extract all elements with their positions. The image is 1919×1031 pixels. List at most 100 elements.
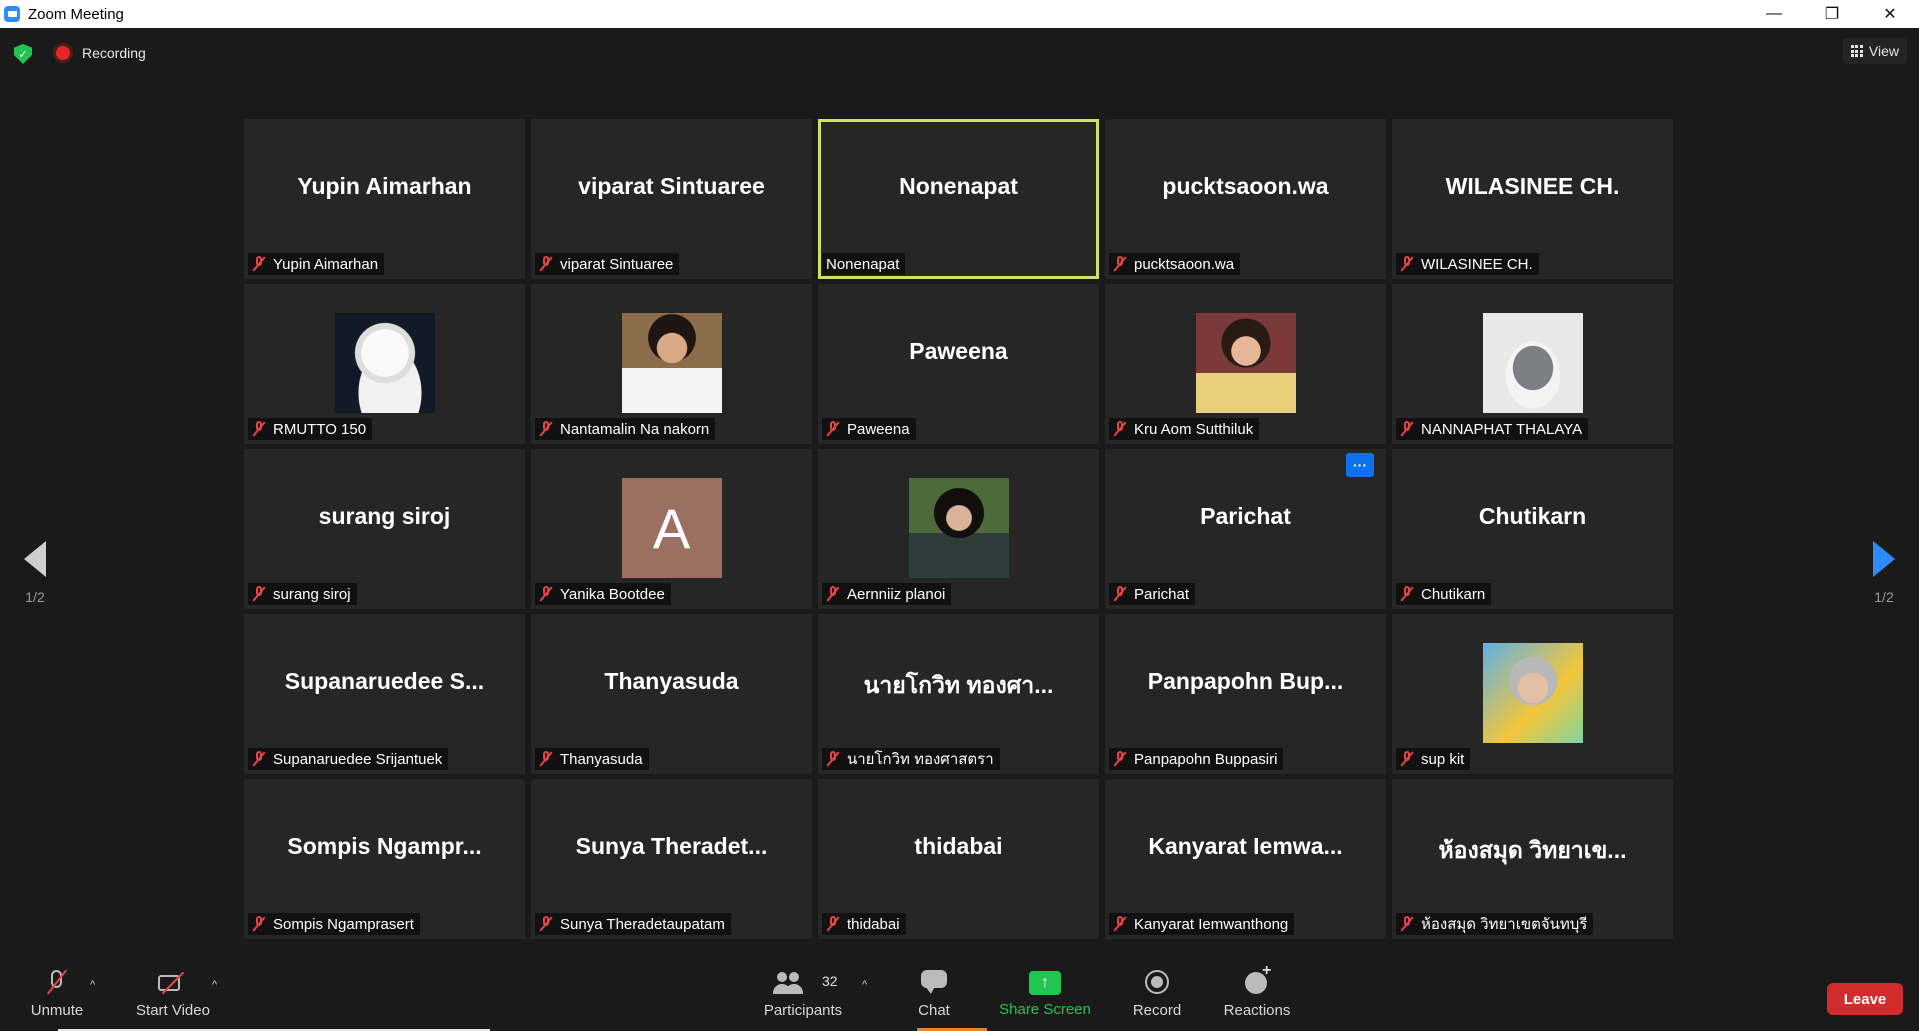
participant-tile[interactable]: Panpapohn Bup... Panpapohn Buppasiri xyxy=(1105,614,1386,774)
record-label: Record xyxy=(1132,1001,1182,1019)
participant-name-tag: Yanika Bootdee xyxy=(535,583,671,605)
participant-name-tag: Panpapohn Buppasiri xyxy=(1109,748,1284,770)
participant-display-name: WILASINEE CH. xyxy=(1445,173,1620,199)
participant-name-label: thidabai xyxy=(847,915,900,933)
participant-display-name: pucktsaoon.wa xyxy=(1162,173,1329,199)
participant-name-label: Aernniiz planoi xyxy=(847,585,946,603)
previous-page-nav[interactable]: 1/2 xyxy=(0,498,70,648)
participant-tile[interactable]: RMUTTO 150 xyxy=(244,284,525,444)
muted-microphone-icon xyxy=(539,586,553,602)
participants-count: 32 xyxy=(822,973,838,989)
participant-tile[interactable]: Thanyasuda Thanyasuda xyxy=(531,614,812,774)
participant-name-label: Kanyarat Iemwanthong xyxy=(1134,915,1289,933)
participant-tile[interactable]: ห้องสมุด วิทยาเข... ห้องสมุด วิทยาเขตจันท… xyxy=(1392,779,1673,939)
participant-name-tag: RMUTTO 150 xyxy=(248,418,373,440)
minimize-button[interactable]: — xyxy=(1745,0,1803,28)
muted-microphone-icon xyxy=(826,916,840,932)
participant-tile[interactable]: NANNAPHAT THALAYA xyxy=(1392,284,1673,444)
share-screen-label: Share Screen xyxy=(999,1000,1091,1018)
muted-microphone-icon xyxy=(252,256,266,272)
participant-tile[interactable]: surang siroj surang siroj xyxy=(244,449,525,609)
participants-options-caret[interactable]: ^ xyxy=(862,979,867,991)
participant-name-label: Chutikarn xyxy=(1421,585,1486,603)
participant-name-label: viparat Sintuaree xyxy=(560,255,674,273)
participant-tile[interactable]: pucktsaoon.wa pucktsaoon.wa xyxy=(1105,119,1386,279)
participant-name-tag: นายโกวิท ทองศาสตรา xyxy=(822,748,1000,770)
muted-microphone-icon xyxy=(539,421,553,437)
arrow-right-icon[interactable] xyxy=(1873,541,1895,577)
participant-tile[interactable]: Nonenapat Nonenapat xyxy=(818,119,1099,279)
participant-tile[interactable]: Sunya Theradet... Sunya Theradetaupatam xyxy=(531,779,812,939)
page-indicator-right: 1/2 xyxy=(1874,589,1894,605)
participant-tile[interactable]: Aernniiz planoi xyxy=(818,449,1099,609)
participant-display-name: Yupin Aimarhan xyxy=(297,173,472,199)
participant-display-name: Sunya Theradet... xyxy=(575,833,768,859)
participant-display-name: นายโกวิท ทองศา... xyxy=(863,672,1054,698)
participant-tile[interactable]: viparat Sintuaree viparat Sintuaree xyxy=(531,119,812,279)
participant-tile[interactable]: Kanyarat Iemwa... Kanyarat Iemwanthong xyxy=(1105,779,1386,939)
participant-display-name: Parichat xyxy=(1200,503,1291,529)
audio-options-caret[interactable]: ^ xyxy=(90,979,95,991)
security-shield-icon[interactable]: ✓ xyxy=(14,44,32,64)
chat-icon xyxy=(919,969,949,996)
video-grid: Yupin Aimarhan Yupin Aimarhan viparat Sint… xyxy=(244,119,1673,939)
muted-microphone-icon xyxy=(539,916,553,932)
more-options-button[interactable]: ··· xyxy=(1346,453,1374,477)
participant-tile[interactable]: Nantamalin Na nakorn xyxy=(531,284,812,444)
window-title: Zoom Meeting xyxy=(28,5,124,23)
window-title-bar: Zoom Meeting — ❐ ✕ xyxy=(0,0,1919,28)
participants-label: Participants xyxy=(763,1001,843,1019)
arrow-left-icon[interactable] xyxy=(24,541,46,577)
close-button[interactable]: ✕ xyxy=(1861,0,1919,28)
participant-tile[interactable]: Chutikarn Chutikarn xyxy=(1392,449,1673,609)
chat-button[interactable]: Chat xyxy=(912,957,956,1031)
participant-name-label: Sompis Ngamprasert xyxy=(273,915,414,933)
participant-tile[interactable]: Kru Aom Sutthiluk xyxy=(1105,284,1386,444)
record-button[interactable]: Record xyxy=(1130,957,1184,1031)
participant-tile[interactable]: sup kit xyxy=(1392,614,1673,774)
leave-button[interactable]: Leave xyxy=(1827,983,1903,1015)
avatar-photo xyxy=(1482,313,1583,413)
participant-name-label: WILASINEE CH. xyxy=(1421,255,1533,273)
next-page-nav[interactable]: 1/2 xyxy=(1849,498,1919,648)
view-button[interactable]: View xyxy=(1842,38,1907,64)
record-icon xyxy=(1142,969,1172,996)
recording-dot-icon xyxy=(56,46,70,60)
participant-tile[interactable]: thidabai thidabai xyxy=(818,779,1099,939)
reactions-label: Reactions xyxy=(1223,1001,1291,1019)
participant-name-label: Thanyasuda xyxy=(560,750,643,768)
participant-name-tag: NANNAPHAT THALAYA xyxy=(1396,418,1589,440)
participant-display-name: Paweena xyxy=(909,338,1008,364)
unmute-label: Unmute xyxy=(30,1001,84,1019)
participant-tile[interactable]: Parichat ··· Parichat xyxy=(1105,449,1386,609)
reactions-icon xyxy=(1242,962,1272,996)
muted-microphone-icon xyxy=(1113,421,1127,437)
muted-microphone-icon xyxy=(1113,256,1127,272)
participant-display-name: Nonenapat xyxy=(899,173,1018,199)
participant-tile[interactable]: Supanaruedee S... Supanaruedee Srijantuek xyxy=(244,614,525,774)
start-video-button[interactable]: Start Video xyxy=(130,957,216,1031)
participant-tile[interactable]: A Yanika Bootdee xyxy=(531,449,812,609)
participant-name-tag: Nonenapat xyxy=(822,253,906,275)
participants-button[interactable]: Participants xyxy=(758,957,848,1031)
participant-tile[interactable]: Yupin Aimarhan Yupin Aimarhan xyxy=(244,119,525,279)
participant-name-tag: Parichat xyxy=(1109,583,1196,605)
participant-tile[interactable]: Paweena Paweena xyxy=(818,284,1099,444)
participant-tile[interactable]: Sompis Ngampr... Sompis Ngamprasert xyxy=(244,779,525,939)
muted-microphone-icon xyxy=(1400,256,1414,272)
start-video-label: Start Video xyxy=(136,1001,210,1019)
participant-name-label: ห้องสมุด วิทยาเขตจันทบุรี xyxy=(1421,916,1588,933)
participant-tile[interactable]: นายโกวิท ทองศา... นายโกวิท ทองศาสตรา xyxy=(818,614,1099,774)
avatar-photo xyxy=(1195,313,1296,413)
participant-tile[interactable]: WILASINEE CH. WILASINEE CH. xyxy=(1392,119,1673,279)
video-options-caret[interactable]: ^ xyxy=(212,979,217,991)
muted-microphone-icon xyxy=(539,256,553,272)
reactions-button[interactable]: Reactions xyxy=(1222,957,1292,1031)
meeting-area: ✓ Recording View 1/2 1/2 Yupin Aimarhan Y… xyxy=(0,28,1919,1031)
participant-name-label: sup kit xyxy=(1421,750,1465,768)
share-screen-button[interactable]: ↑ Share Screen xyxy=(998,957,1092,1031)
participant-name-tag: WILASINEE CH. xyxy=(1396,253,1539,275)
unmute-button[interactable]: Unmute xyxy=(24,957,90,1031)
restore-button[interactable]: ❐ xyxy=(1803,0,1861,28)
participant-display-name: thidabai xyxy=(914,833,1003,859)
